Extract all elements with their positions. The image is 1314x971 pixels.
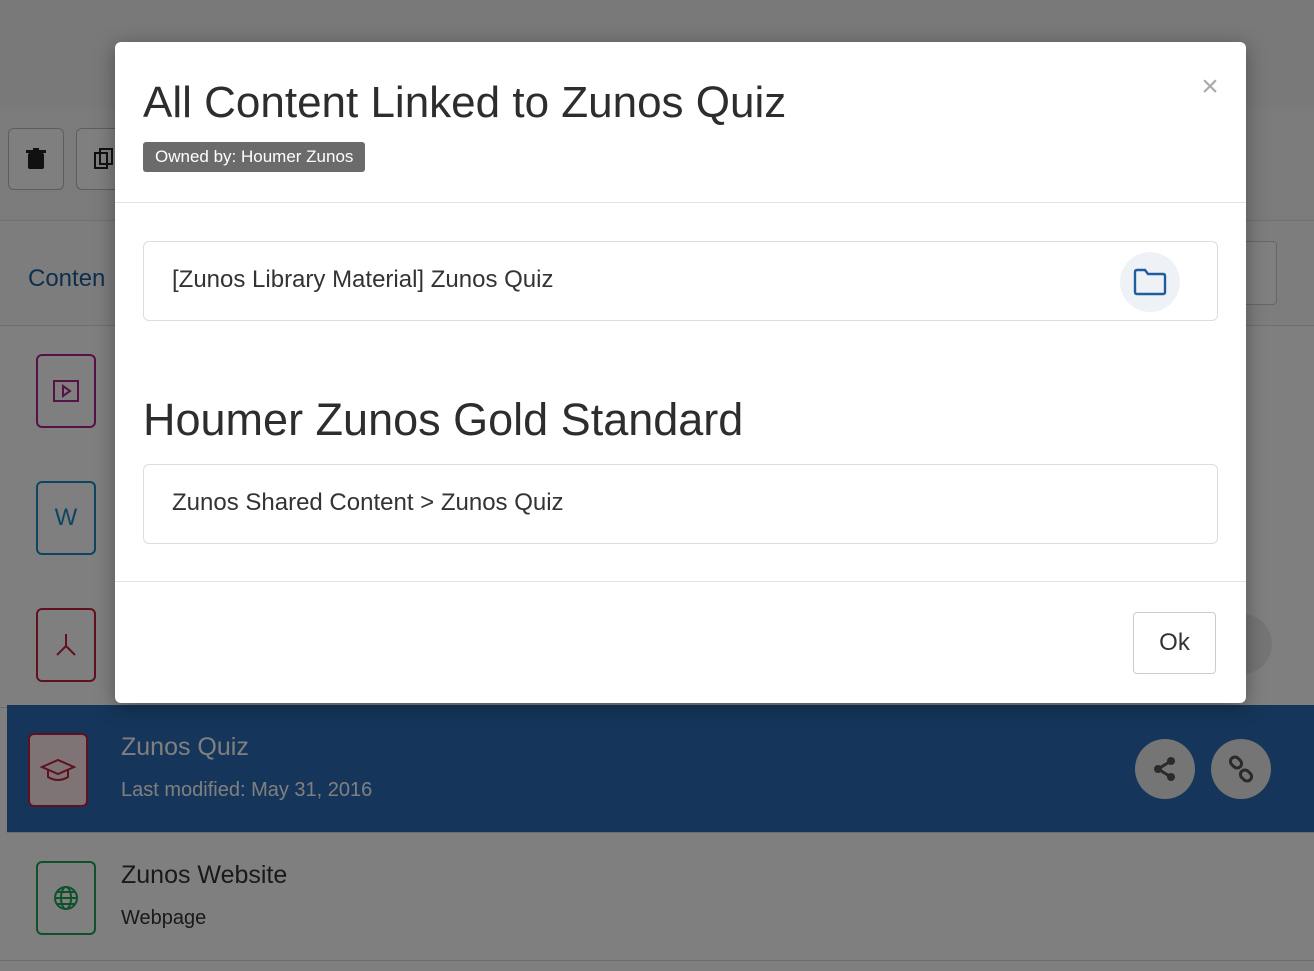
close-button[interactable]: ×	[1195, 72, 1225, 102]
ok-button[interactable]: Ok	[1133, 612, 1216, 674]
library-item-label: [Zunos Library Material] Zunos Quiz	[172, 266, 554, 293]
shared-path-card: Zunos Shared Content > Zunos Quiz	[143, 464, 1218, 544]
library-item-card: [Zunos Library Material] Zunos Quiz	[143, 241, 1218, 321]
section-heading: Houmer Zunos Gold Standard	[143, 394, 744, 445]
divider	[115, 581, 1246, 582]
owner-badge: Owned by: Houmer Zunos	[143, 142, 366, 172]
modal-title: All Content Linked to Zunos Quiz	[143, 78, 787, 127]
open-folder-button[interactable]	[1120, 252, 1180, 312]
divider	[115, 202, 1246, 203]
linked-content-modal: All Content Linked to Zunos Quiz Owned b…	[115, 42, 1246, 703]
folder-icon	[1133, 268, 1167, 296]
shared-path-label: Zunos Shared Content > Zunos Quiz	[172, 489, 564, 516]
